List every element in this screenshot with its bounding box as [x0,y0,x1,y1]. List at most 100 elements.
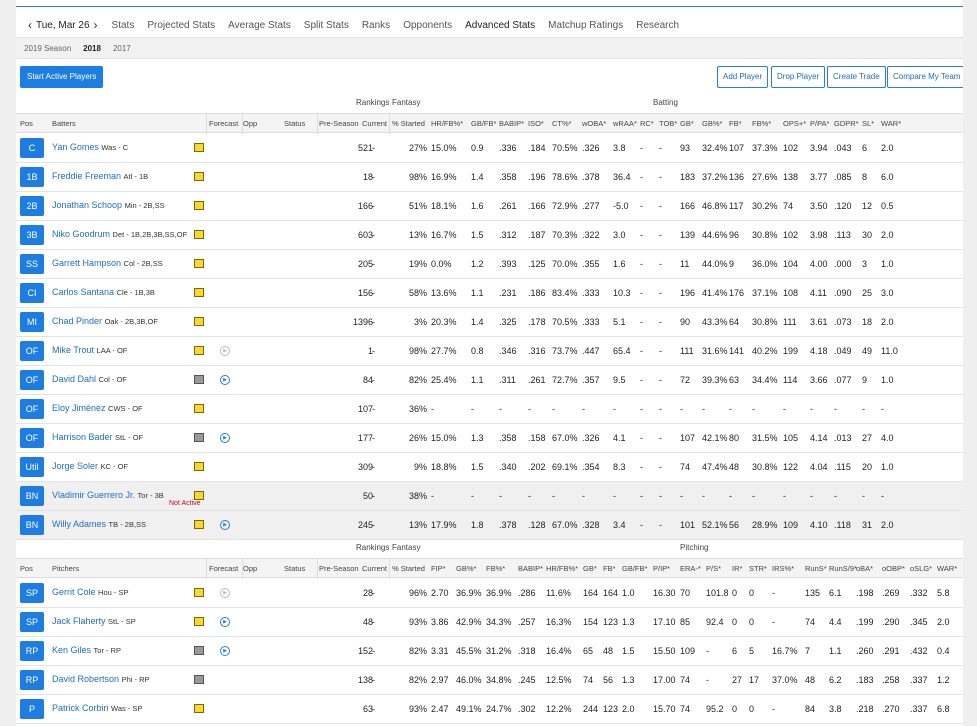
player-note-icon[interactable] [194,288,204,297]
player-note-icon[interactable] [194,675,204,684]
batters-col-header[interactable]: HR/FB%* [431,119,463,128]
pitchers-col-header[interactable]: RunS/9* [829,564,857,573]
position-badge[interactable]: OF [20,370,44,390]
video-play-icon[interactable]: ▶ [220,346,230,356]
player-note-icon[interactable] [194,346,204,355]
pitchers-col-header[interactable]: GB/FB* [622,564,647,573]
batters-col-header[interactable]: Pos [20,119,33,128]
batters-col-header[interactable]: wRAA* [613,119,637,128]
position-badge[interactable]: OF [20,399,44,419]
video-play-icon[interactable]: ▶ [220,433,230,443]
position-badge[interactable]: 3B [20,225,44,245]
player-name-link[interactable]: Eloy Jiménez [52,403,106,413]
player-name-link[interactable]: Vladimir Guerrero Jr. [52,490,135,500]
player-name-link[interactable]: Niko Goodrum [52,229,110,239]
position-badge[interactable]: Util [20,457,44,477]
player-name-link[interactable]: Patrick Corbin [52,703,109,713]
batters-col-header[interactable]: wOBA* [582,119,606,128]
pitchers-col-header[interactable]: P/S* [706,564,721,573]
batters-col-header[interactable]: SL* [862,119,874,128]
player-note-icon[interactable] [194,259,204,268]
tab-projected-stats[interactable]: Projected Stats [147,20,215,31]
pitchers-col-header[interactable]: ERA-* [680,564,701,573]
player-name-link[interactable]: Garrett Hampson [52,258,121,268]
position-badge[interactable]: SP [20,612,44,632]
player-name-link[interactable]: Yan Gomes [52,142,99,152]
position-badge[interactable]: MI [20,312,44,332]
pitchers-col-header[interactable]: FB%* [486,564,505,573]
player-note-icon[interactable] [194,704,204,713]
pitchers-col-header[interactable]: % Started [392,564,425,573]
video-play-icon[interactable]: ▶ [220,588,230,598]
batters-col-header[interactable]: GB* [680,119,694,128]
pitchers-col-header[interactable]: GB%* [456,564,476,573]
video-play-icon[interactable]: ▶ [220,646,230,656]
tab-split-stats[interactable]: Split Stats [304,20,349,31]
batters-col-header[interactable]: Forecast [209,119,238,128]
position-badge[interactable]: OF [20,341,44,361]
player-note-icon[interactable] [194,491,204,500]
player-note-icon[interactable] [194,375,204,384]
player-note-icon[interactable] [194,520,204,529]
batters-col-header[interactable]: FB%* [752,119,771,128]
season-2018[interactable]: 2018 [83,44,101,53]
pitchers-col-header[interactable]: FIP* [431,564,446,573]
chevron-left-icon[interactable]: ‹ [24,18,36,32]
player-name-link[interactable]: Jack Flaherty [52,616,106,626]
player-name-link[interactable]: Jorge Soler [52,461,98,471]
player-name-link[interactable]: Mike Trout [52,345,94,355]
pitchers-col-header[interactable]: oSLG* [910,564,932,573]
player-name-link[interactable]: Jonathan Schoop [52,200,122,210]
player-name-link[interactable]: David Robertson [52,674,119,684]
batters-col-header[interactable]: Batters [52,119,76,128]
tab-advanced-stats[interactable]: Advanced Stats [465,20,535,31]
batters-col-header[interactable]: Status [284,119,305,128]
tab-research[interactable]: Research [636,20,679,31]
tab-stats[interactable]: Stats [112,20,135,31]
batters-col-header[interactable]: GB/FB* [471,119,496,128]
pitchers-col-header[interactable]: Status [284,564,305,573]
batters-col-header[interactable]: RC* [640,119,654,128]
position-badge[interactable]: SS [20,254,44,274]
pitchers-col-header[interactable]: GB* [583,564,597,573]
pitchers-col-header[interactable]: oBA* [856,564,873,573]
drop-player-button[interactable]: Drop Player [771,66,826,88]
position-badge[interactable]: BN [20,486,44,506]
create-trade-button[interactable]: Create Trade [827,66,886,88]
player-name-link[interactable]: Willy Adames [52,519,106,529]
player-name-link[interactable]: Freddie Freeman [52,171,121,181]
batters-col-header[interactable]: Pre-Season [319,119,359,128]
position-badge[interactable]: 1B [20,167,44,187]
start-active-players-button[interactable]: Start Active Players [20,66,104,88]
pitchers-col-header[interactable]: Pitchers [52,564,79,573]
pitchers-col-header[interactable]: IR* [732,564,742,573]
player-note-icon[interactable] [194,588,204,597]
date-label[interactable]: Tue, Mar 26 [36,20,90,31]
batters-col-header[interactable]: % Started [392,119,425,128]
compare-my-team-button[interactable]: Compare My Team [887,66,963,88]
position-badge[interactable]: OF [20,428,44,448]
player-note-icon[interactable] [194,462,204,471]
batters-col-header[interactable]: Opp [243,119,257,128]
position-badge[interactable]: C [20,138,44,158]
pitchers-col-header[interactable]: Pos [20,564,33,573]
player-note-icon[interactable] [194,646,204,655]
batters-col-header[interactable]: ISO* [528,119,544,128]
pitchers-col-header[interactable]: STR* [749,564,767,573]
pitchers-col-header[interactable]: Pre-Season [319,564,359,573]
player-note-icon[interactable] [194,317,204,326]
video-play-icon[interactable]: ▶ [220,617,230,627]
pitchers-col-header[interactable]: P/IP* [653,564,670,573]
player-name-link[interactable]: Ken Giles [52,645,91,655]
batters-col-header[interactable]: Current [362,119,387,128]
player-note-icon[interactable] [194,617,204,626]
pitchers-col-header[interactable]: BABIP* [518,564,543,573]
season-2019[interactable]: 2019 Season [24,44,71,53]
pitchers-col-header[interactable]: oOBP* [882,564,905,573]
player-name-link[interactable]: Carlos Santana [52,287,114,297]
pitchers-col-header[interactable]: HR/FB%* [546,564,578,573]
tab-opponents[interactable]: Opponents [403,20,452,31]
batters-col-header[interactable]: CT%* [552,119,572,128]
tab-ranks[interactable]: Ranks [362,20,390,31]
position-badge[interactable]: RP [20,670,44,690]
